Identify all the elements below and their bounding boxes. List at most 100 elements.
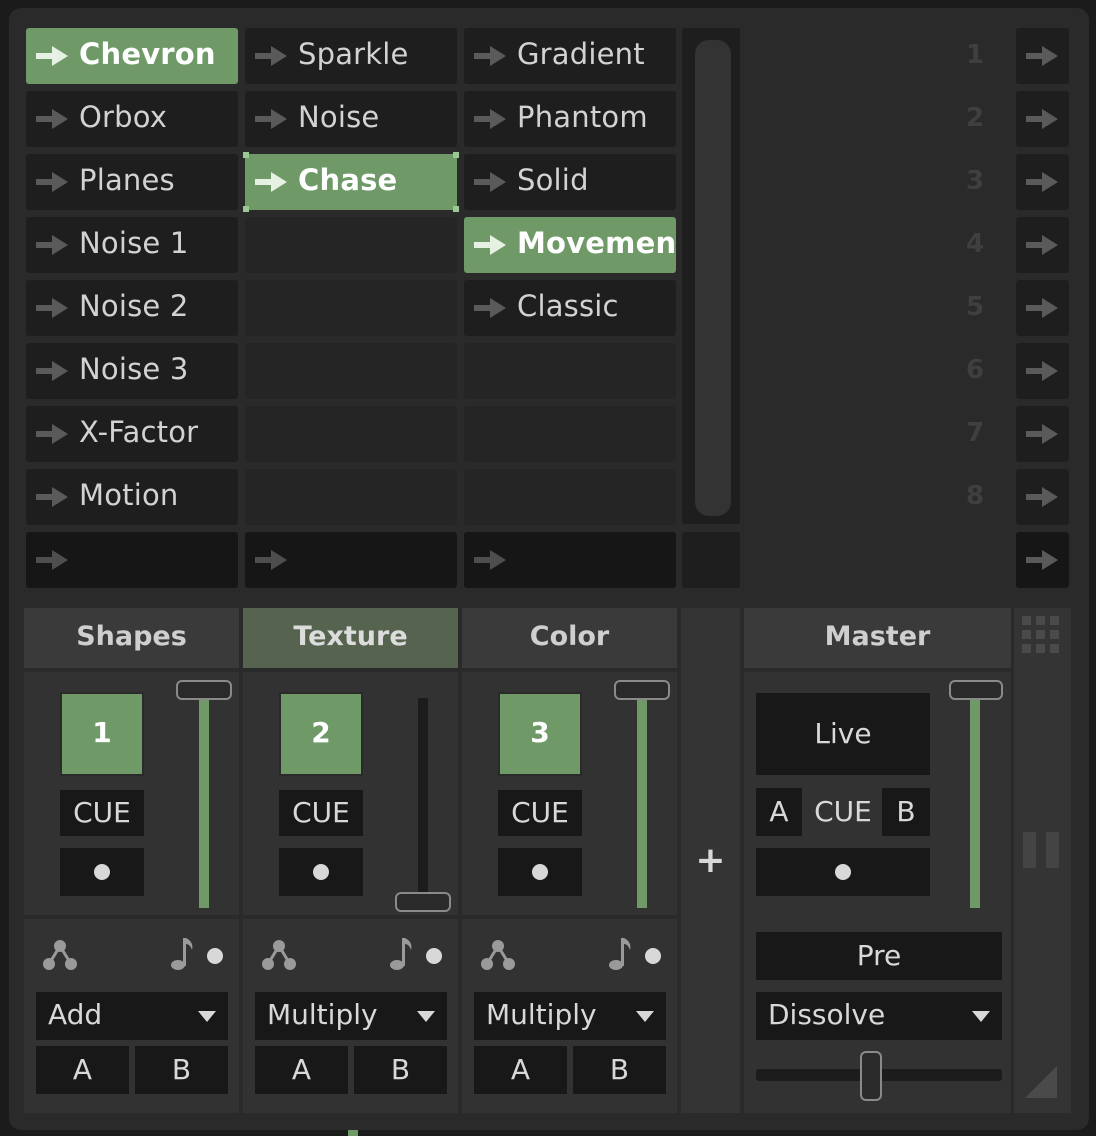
music-note-icon[interactable] xyxy=(170,936,196,972)
column-stop-button[interactable] xyxy=(26,532,238,588)
cue-button[interactable]: CUE xyxy=(60,790,144,836)
clip-label: Planes xyxy=(79,163,175,197)
transition-select[interactable]: Dissolve xyxy=(756,992,1002,1040)
clip-cell[interactable]: Motion xyxy=(26,469,238,525)
clip-cell[interactable]: Classic xyxy=(464,280,676,336)
layer-fader-handle[interactable] xyxy=(614,680,670,700)
clip-cell[interactable]: Movemen xyxy=(464,217,676,273)
scene-launch-button[interactable] xyxy=(1016,469,1069,525)
clip-cell[interactable]: Sparkle xyxy=(245,28,457,84)
chevron-down-icon xyxy=(198,1011,216,1022)
column-stop-button[interactable] xyxy=(245,532,457,588)
add-layer-button[interactable]: + xyxy=(681,836,740,886)
empty-clip-slot[interactable] xyxy=(245,217,457,273)
scene-launch-button[interactable] xyxy=(1016,28,1069,84)
clip-cell[interactable]: X-Factor xyxy=(26,406,238,462)
solo-button[interactable] xyxy=(279,848,363,896)
empty-clip-slot[interactable] xyxy=(245,469,457,525)
scene-launch-button[interactable] xyxy=(1016,343,1069,399)
clip-cell[interactable]: Noise 2 xyxy=(26,280,238,336)
layer-number-button[interactable]: 1 xyxy=(60,692,144,776)
a-button[interactable]: A xyxy=(36,1046,129,1094)
column-stop-button[interactable] xyxy=(464,532,676,588)
tree-icon[interactable] xyxy=(261,938,297,972)
scene-launch-button[interactable] xyxy=(1016,217,1069,273)
stop-all-button[interactable] xyxy=(1016,532,1069,588)
blend-mode-select[interactable]: Multiply xyxy=(474,992,666,1040)
arrow-right-icon xyxy=(474,172,506,192)
chevron-down-icon xyxy=(636,1011,654,1022)
clip-cell[interactable]: Noise 1 xyxy=(26,217,238,273)
music-note-icon[interactable] xyxy=(389,936,415,972)
b-button[interactable]: B xyxy=(354,1046,447,1094)
dot-icon xyxy=(532,864,548,880)
a-button[interactable]: A xyxy=(255,1046,348,1094)
empty-clip-slot[interactable] xyxy=(464,343,676,399)
master-a-button[interactable]: A xyxy=(756,788,802,836)
empty-clip-slot[interactable] xyxy=(464,469,676,525)
grid-dots-icon[interactable] xyxy=(1022,616,1062,656)
b-button[interactable]: B xyxy=(135,1046,228,1094)
arrow-right-icon xyxy=(36,109,68,129)
empty-clip-slot[interactable] xyxy=(464,406,676,462)
scene-launch-button[interactable] xyxy=(1016,91,1069,147)
blend-mode-select[interactable]: Multiply xyxy=(255,992,447,1040)
pre-button[interactable]: Pre xyxy=(756,932,1002,980)
layer-header[interactable]: Color xyxy=(462,608,677,668)
layer-number-button[interactable]: 2 xyxy=(279,692,363,776)
pause-icon[interactable] xyxy=(1022,830,1062,870)
arrow-right-icon xyxy=(474,550,506,570)
empty-clip-slot[interactable] xyxy=(245,406,457,462)
clip-scrollbar-track[interactable] xyxy=(682,28,740,524)
resize-handle-icon[interactable] xyxy=(1025,1066,1057,1098)
dot-icon xyxy=(94,864,110,880)
arrow-right-icon xyxy=(1026,172,1058,196)
clip-cell[interactable]: Gradient xyxy=(464,28,676,84)
master-b-button[interactable]: B xyxy=(882,788,930,836)
clip-cell[interactable]: Phantom xyxy=(464,91,676,147)
blend-mode-select[interactable]: Add xyxy=(36,992,228,1040)
live-button[interactable]: Live xyxy=(756,693,930,775)
layer-fader-handle[interactable] xyxy=(395,892,451,912)
master-cue-label[interactable]: CUE xyxy=(807,788,879,836)
cue-button[interactable]: CUE xyxy=(279,790,363,836)
b-button[interactable]: B xyxy=(573,1046,666,1094)
tree-icon[interactable] xyxy=(42,938,78,972)
scene-launch-button[interactable] xyxy=(1016,406,1069,462)
scene-number: 1 xyxy=(965,40,985,70)
empty-clip-slot[interactable] xyxy=(245,343,457,399)
solo-button[interactable] xyxy=(498,848,582,896)
arrow-right-icon xyxy=(1026,235,1058,259)
clip-cell[interactable]: Chevron xyxy=(26,28,238,84)
a-button[interactable]: A xyxy=(474,1046,567,1094)
selection-corner xyxy=(243,152,249,158)
arrow-right-icon xyxy=(36,361,68,381)
scene-launch-button[interactable] xyxy=(1016,280,1069,336)
music-note-icon[interactable] xyxy=(608,936,634,972)
solo-button[interactable] xyxy=(60,848,144,896)
clip-scrollbar-thumb[interactable] xyxy=(695,40,731,516)
layer-number-button[interactable]: 3 xyxy=(498,692,582,776)
clip-label: Solid xyxy=(517,163,589,197)
layer-header[interactable]: Shapes xyxy=(24,608,239,668)
clip-cell[interactable]: Solid xyxy=(464,154,676,210)
scene-number: 3 xyxy=(965,166,985,196)
empty-clip-slot[interactable] xyxy=(245,280,457,336)
master-fader-handle[interactable] xyxy=(949,680,1003,700)
clip-cell[interactable]: Noise 3 xyxy=(26,343,238,399)
layer-fader-track[interactable] xyxy=(418,698,428,908)
layer-header[interactable]: Texture xyxy=(243,608,458,668)
layer-fader-handle[interactable] xyxy=(176,680,232,700)
cue-button[interactable]: CUE xyxy=(498,790,582,836)
crossfader-handle[interactable] xyxy=(860,1051,882,1101)
tree-icon[interactable] xyxy=(480,938,516,972)
clip-cell[interactable]: Noise xyxy=(245,91,457,147)
arrow-right-icon xyxy=(255,172,287,192)
scene-launch-button[interactable] xyxy=(1016,154,1069,210)
audio-dot-icon xyxy=(645,948,661,964)
arrow-right-icon xyxy=(1026,424,1058,448)
clip-cell[interactable]: Chase xyxy=(243,152,459,212)
clip-cell[interactable]: Planes xyxy=(26,154,238,210)
clip-cell[interactable]: Orbox xyxy=(26,91,238,147)
master-solo-button[interactable] xyxy=(756,848,930,896)
